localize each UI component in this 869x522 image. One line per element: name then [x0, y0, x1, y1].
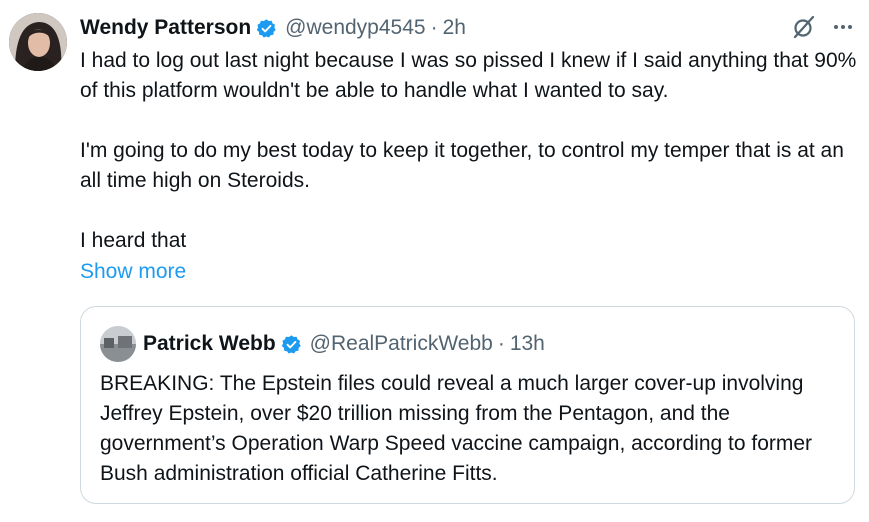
- tweet-header: Wendy Patterson @wendyp4545 · 2h: [80, 14, 466, 42]
- verified-badge-icon: [281, 334, 302, 355]
- tweet[interactable]: Wendy Patterson @wendyp4545 · 2h I had t…: [0, 0, 869, 522]
- tweet-text: I had to log out last night because I wa…: [80, 46, 860, 256]
- quoted-author-name[interactable]: Patrick Webb: [143, 332, 276, 356]
- grok-slash-icon[interactable]: [791, 14, 817, 40]
- author-name[interactable]: Wendy Patterson: [80, 16, 251, 40]
- tweet-paragraph: I had to log out last night because I wa…: [80, 49, 857, 102]
- tweet-paragraph: I heard that: [80, 229, 187, 252]
- verified-badge-icon: [256, 18, 277, 39]
- tweet-timestamp[interactable]: 2h: [443, 16, 466, 40]
- author-handle[interactable]: @wendyp4545: [285, 16, 425, 40]
- quoted-author-handle[interactable]: @RealPatrickWebb: [310, 332, 493, 356]
- author-avatar[interactable]: [9, 13, 67, 71]
- tweet-actions: [791, 14, 855, 40]
- quoted-author-avatar[interactable]: [100, 326, 136, 362]
- quoted-tweet-timestamp[interactable]: 13h: [510, 332, 545, 356]
- separator-dot: ·: [430, 16, 438, 39]
- quoted-tweet-header: Patrick Webb @RealPatrickWebb · 13h: [143, 329, 545, 359]
- quoted-tweet-text: BREAKING: The Epstein files could reveal…: [100, 372, 813, 485]
- quoted-tweet[interactable]: Patrick Webb @RealPatrickWebb · 13h BREA…: [80, 306, 855, 504]
- separator-dot: ·: [497, 332, 505, 355]
- tweet-paragraph: I'm going to do my best today to keep it…: [80, 139, 844, 192]
- show-more-link[interactable]: Show more: [80, 257, 186, 287]
- more-icon[interactable]: [831, 15, 855, 39]
